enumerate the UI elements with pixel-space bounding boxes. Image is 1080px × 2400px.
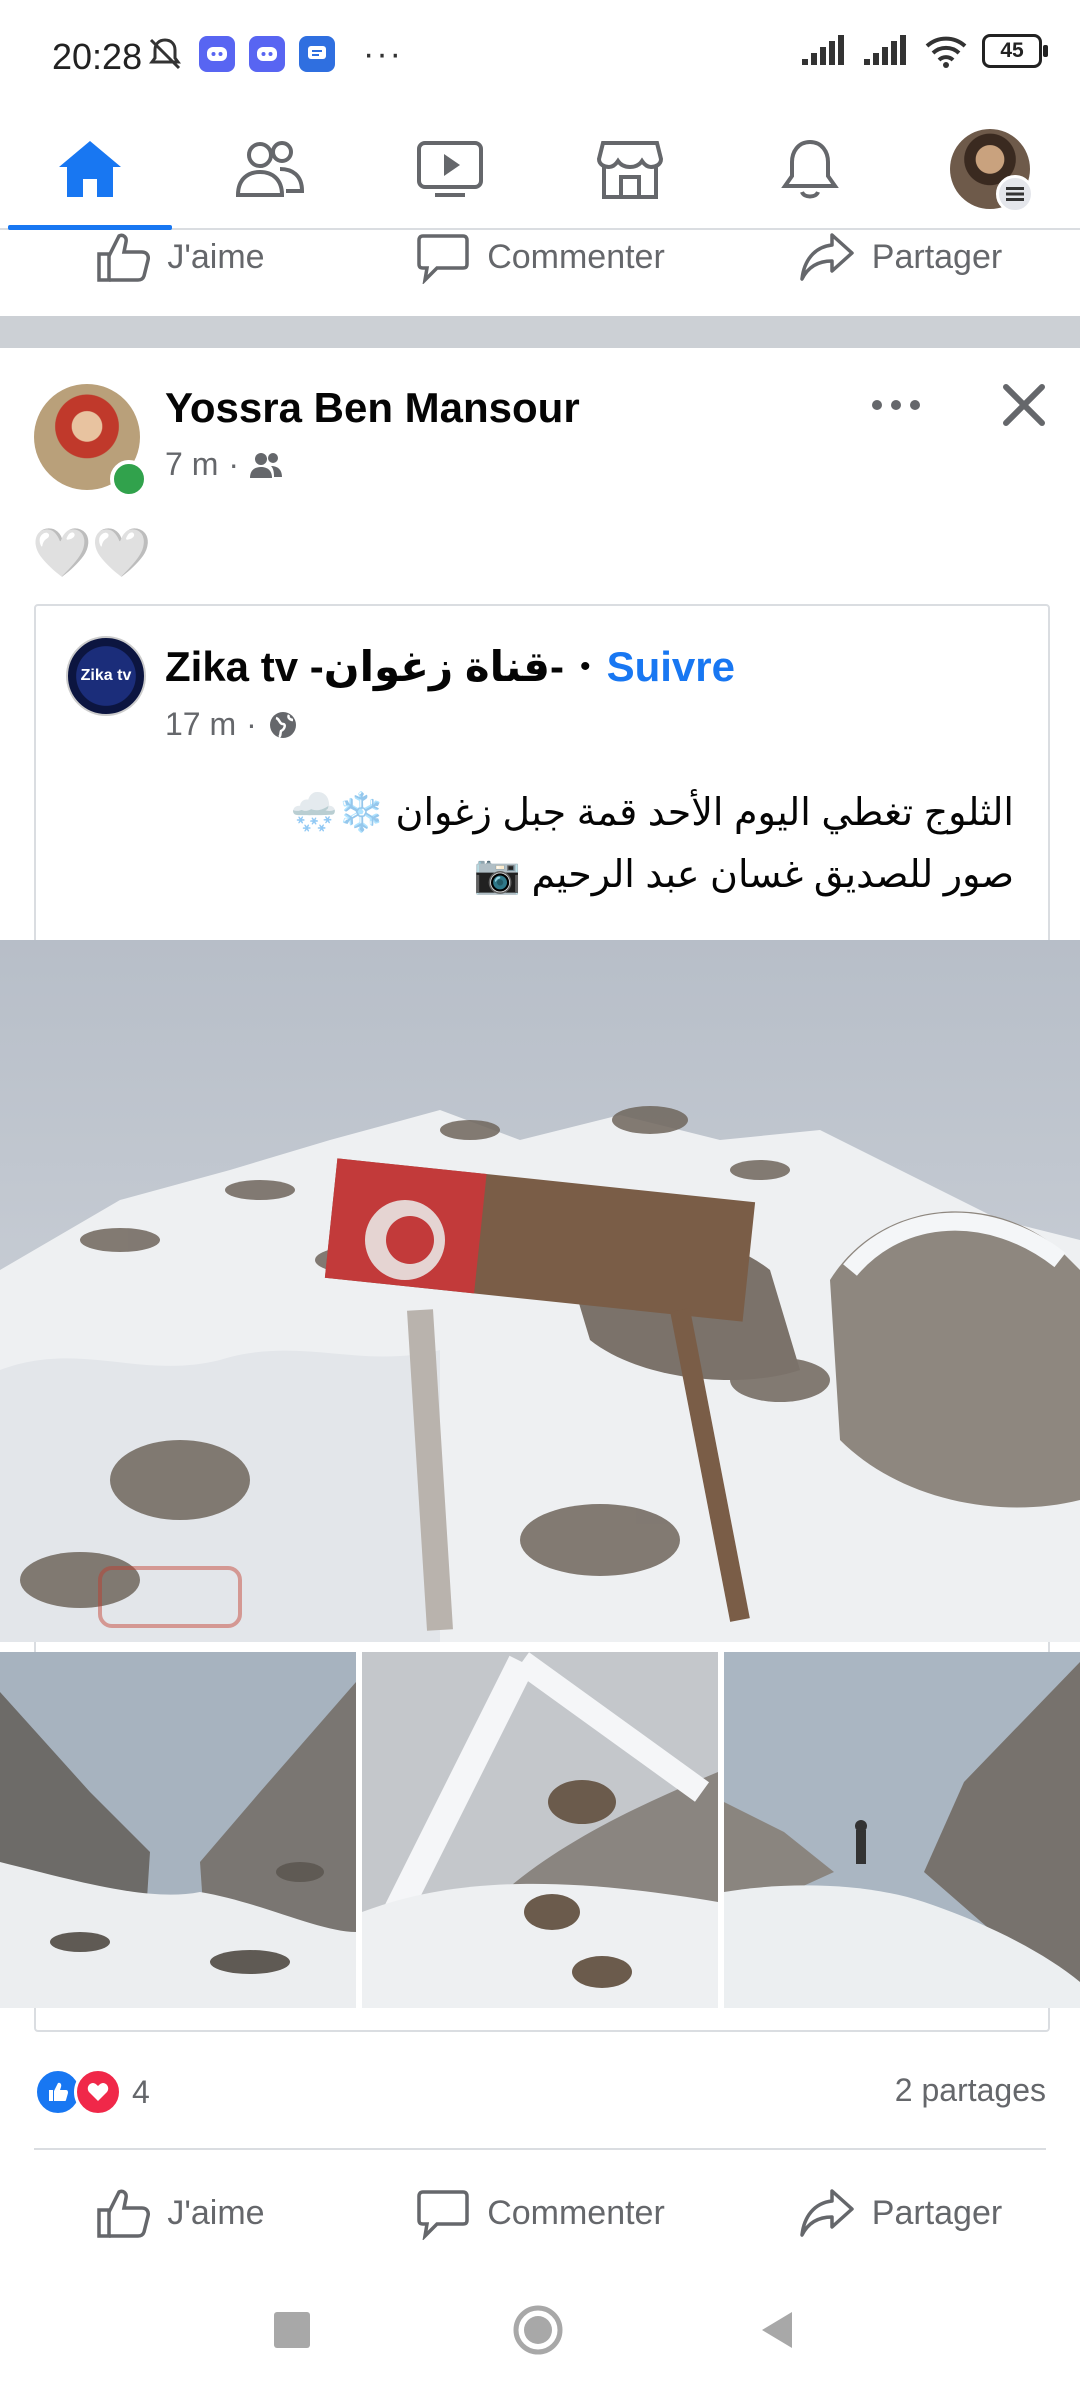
- home-button[interactable]: [512, 2304, 564, 2356]
- video-icon: [417, 141, 483, 197]
- share-button[interactable]: Partager: [720, 2166, 1080, 2260]
- post-photo-main[interactable]: [0, 940, 1080, 1642]
- shared-post-time[interactable]: 17 m: [165, 706, 236, 743]
- share-icon: [800, 2189, 854, 2237]
- shared-post-header: Zika tv -قناة زغوان- • Suivre: [165, 642, 735, 691]
- close-icon: [1003, 384, 1045, 426]
- notification-icons: ···: [145, 34, 403, 74]
- page-avatar[interactable]: Zika tv: [66, 636, 146, 716]
- share-label: Partager: [871, 2193, 1003, 2232]
- friends-icon: [235, 141, 305, 197]
- messages-icon: [299, 36, 335, 72]
- meta-separator: ·: [228, 446, 239, 482]
- post-photo-thumb-1[interactable]: [0, 1652, 356, 2008]
- post-photo-thumb-2[interactable]: [362, 1652, 718, 2008]
- status-bar: 20:28 ··· 45: [0, 0, 1080, 110]
- thumbs-up-icon: [97, 2189, 151, 2238]
- mute-icon: [149, 38, 181, 70]
- bullet-separator: •: [580, 649, 591, 683]
- more-horizontal-icon: [872, 400, 920, 410]
- like-button[interactable]: J'aime: [0, 210, 360, 304]
- post-meta: 7 m ·: [165, 446, 283, 483]
- home-icon: [59, 141, 121, 197]
- share-count[interactable]: 2 partages: [895, 2072, 1046, 2109]
- shared-post-meta: 17 m ·: [165, 706, 299, 743]
- back-triangle-icon: [762, 2312, 792, 2348]
- reaction-count: 4: [132, 2073, 150, 2110]
- comment-label: Commenter: [487, 237, 665, 276]
- like-label: J'aime: [167, 237, 265, 276]
- post-time[interactable]: 7 m: [165, 446, 218, 483]
- discord-icon: [249, 36, 285, 72]
- system-navigation-bar: [0, 2280, 1080, 2400]
- recents-button[interactable]: [274, 2312, 310, 2348]
- like-label: J'aime: [167, 2193, 265, 2232]
- signal-icon: [802, 35, 844, 65]
- store-icon: [596, 141, 664, 199]
- bell-icon: [781, 139, 839, 199]
- thumbs-up-icon: [97, 233, 151, 282]
- comment-icon: [417, 234, 469, 284]
- hide-post-button[interactable]: [994, 375, 1054, 435]
- post-photo-thumb-3[interactable]: [724, 1652, 1080, 2008]
- wifi-icon: [925, 36, 967, 68]
- menu-icon: [996, 175, 1034, 213]
- more-notifications-icon: ···: [363, 34, 403, 73]
- online-status-badge: [110, 460, 148, 498]
- share-button[interactable]: Partager: [720, 210, 1080, 304]
- discord-icon: [199, 36, 235, 72]
- reactions-summary[interactable]: 4: [34, 2068, 150, 2116]
- actions-divider: [34, 2148, 1046, 2150]
- avatar: [950, 129, 1034, 213]
- comment-label: Commenter: [487, 2193, 665, 2232]
- post-actions: J'aime Commenter Partager: [0, 2166, 1080, 2260]
- follow-button[interactable]: Suivre: [607, 643, 735, 691]
- like-button[interactable]: J'aime: [0, 2166, 360, 2260]
- share-icon: [800, 233, 854, 281]
- shared-post-text-line-1: الثلوج تغطي اليوم الأحد قمة جبل زغوان ❄️…: [290, 792, 1014, 834]
- page-name[interactable]: Zika tv -قناة زغوان-: [165, 642, 564, 691]
- love-reaction-icon: [74, 2068, 122, 2116]
- battery-icon: 45: [982, 34, 1048, 68]
- post-text: 🤍🤍: [32, 527, 152, 580]
- feed-divider: [0, 316, 1080, 348]
- shared-post-text-line-2: صور للصديق غسان عبد الرحيم 📷: [473, 854, 1014, 896]
- previous-post-actions: J'aime Commenter Partager: [0, 210, 1080, 304]
- hiker-figure: [856, 1830, 866, 1864]
- globe-icon: [269, 711, 296, 738]
- post-author-name[interactable]: Yossra Ben Mansour: [165, 384, 580, 432]
- signal-icon: [864, 35, 906, 65]
- post-options-button[interactable]: [868, 380, 924, 430]
- comment-button[interactable]: Commenter: [360, 210, 720, 304]
- back-button[interactable]: [758, 2308, 798, 2352]
- comment-button[interactable]: Commenter: [360, 2166, 720, 2260]
- share-label: Partager: [871, 237, 1003, 276]
- comment-icon: [417, 2190, 469, 2240]
- meta-separator: ·: [246, 706, 257, 742]
- friends-icon: [250, 452, 282, 478]
- status-time: 20:28: [52, 36, 143, 77]
- system-status-icons: 45: [800, 34, 1048, 68]
- home-circle-icon: [513, 2305, 563, 2355]
